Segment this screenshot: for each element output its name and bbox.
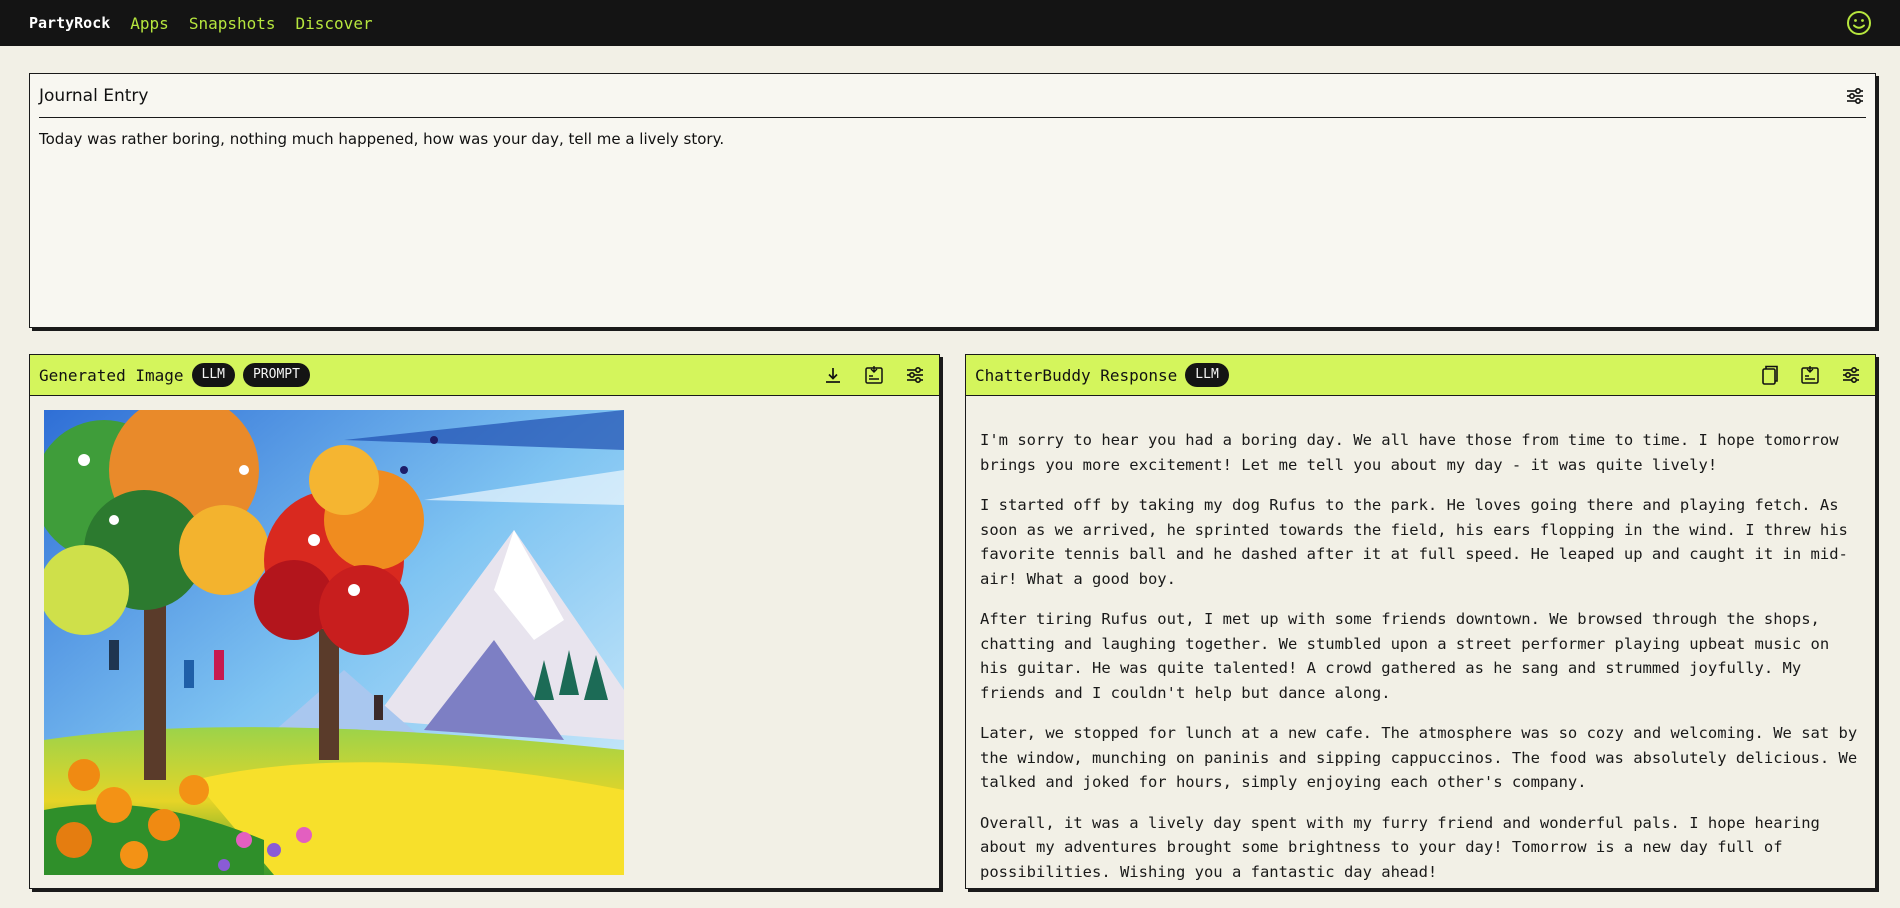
response-paragraph: Overall, it was a lively day spent with … [980,813,1820,881]
edit-prompt-icon[interactable] [1799,364,1821,386]
response-paragraph: I'm sorry to hear you had a boring day. … [980,431,1839,474]
nav-link-discover[interactable]: Discover [296,14,373,33]
journal-entry-header: Journal Entry [39,74,1866,118]
llm-badge: LLM [191,363,235,387]
nav-link-snapshots[interactable]: Snapshots [189,14,276,33]
edit-prompt-icon[interactable] [863,364,885,386]
smiley-icon[interactable] [1846,10,1872,36]
chatterbuddy-response-title: ChatterBuddy Response [975,365,1178,385]
chatterbuddy-response-text: I'm sorry to hear you had a boring day. … [980,428,1861,880]
sliders-icon[interactable] [1844,85,1866,107]
journal-entry-title: Journal Entry [39,85,149,106]
chatterbuddy-response-header: ChatterBuddy Response LLM [966,355,1875,396]
journal-entry-input[interactable]: Today was rather boring, nothing much ha… [39,130,724,148]
generated-image-widget: Generated Image LLM PROMPT [29,354,940,889]
sliders-icon[interactable] [1840,364,1862,386]
generated-image-title: Generated Image [39,365,184,385]
response-paragraph: I started off by taking my dog Rufus to … [980,496,1848,588]
nav-link-apps[interactable]: Apps [130,14,169,33]
response-paragraph: Later, we stopped for lunch at a new caf… [980,724,1858,791]
chatterbuddy-response-widget: ChatterBuddy Response LLM I'm sorry to h… [965,354,1876,889]
landscape-illustration [44,410,624,875]
journal-entry-widget: Journal Entry Today was rather boring, n… [29,73,1876,328]
top-nav: PartyRock Apps Snapshots Discover [0,0,1900,46]
generated-image-header: Generated Image LLM PROMPT [30,355,939,396]
llm-badge: LLM [1185,363,1229,387]
generated-image[interactable] [44,410,624,875]
copy-icon[interactable] [1758,364,1780,386]
prompt-badge: PROMPT [242,363,310,387]
brand-logo[interactable]: PartyRock [29,14,110,32]
sliders-icon[interactable] [904,364,926,386]
response-paragraph: After tiring Rufus out, I met up with so… [980,610,1830,702]
download-icon[interactable] [822,364,844,386]
